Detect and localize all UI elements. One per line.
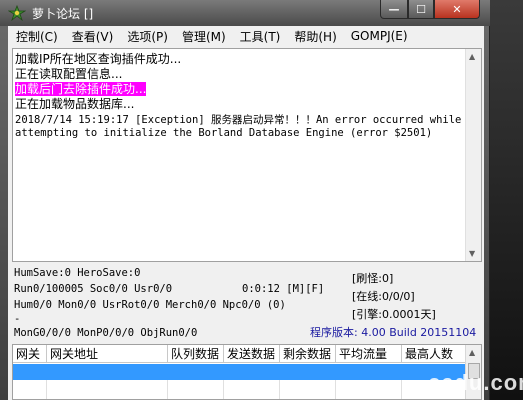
window-title: 萝卜论坛 [] — [32, 7, 94, 21]
menu-tools[interactable]: 工具(T) — [240, 28, 281, 45]
log-line-exception: 2018/7/14 15:19:17 [Exception] 服务器启动异常！！… — [15, 114, 462, 126]
desktop-background — [490, 0, 523, 400]
status-dash: - — [14, 313, 21, 325]
program-version: 程序版本: 4.00 Build 20151104 — [310, 326, 477, 339]
table-header: 网关 网关地址 队列数据 发送数据 剩余数据 平均流量 最高人数 — [13, 345, 467, 363]
table-cell — [13, 380, 47, 399]
menu-bar: 控制(C) 查看(V) 选项(P) 管理(M) 工具(T) 帮助(H) GOMP… — [8, 26, 484, 46]
table-cell — [280, 380, 336, 399]
table-cell — [168, 380, 224, 399]
table-row[interactable] — [13, 380, 467, 399]
maximize-button[interactable]: ☐ — [408, 0, 434, 19]
close-icon: ✕ — [452, 2, 462, 16]
status-timer: 0:0:12 [M][F] — [242, 283, 325, 295]
log-line: 正在读取配置信息... — [15, 67, 123, 81]
app-window: 萝卜论坛 [] — ☐ ✕ 控制(C) 查看(V) 选项(P) 管理(M) 工具… — [0, 0, 490, 400]
table-cell — [47, 380, 168, 399]
status-save: HumSave:0 HeroSave:0 — [14, 267, 141, 279]
col-remaining-data[interactable]: 剩余数据 — [280, 345, 336, 363]
table-cell — [336, 380, 402, 399]
client-area: 控制(C) 查看(V) 选项(P) 管理(M) 工具(T) 帮助(H) GOMP… — [8, 26, 484, 400]
log-scrollbar[interactable]: ▲ ▼ — [465, 49, 481, 261]
col-send-data[interactable]: 发送数据 — [224, 345, 280, 363]
col-max-users[interactable]: 最高人数 — [402, 345, 467, 363]
table-cell — [224, 380, 280, 399]
engine-uptime: [引擎:0.0001天] — [352, 308, 436, 321]
scroll-down-icon[interactable]: ▼ — [469, 249, 475, 258]
status-hum: Hum0/0 Mon0/0 UsrRot0/0 Merch0/0 Npc0/0 … — [14, 299, 286, 311]
log-line: 正在加载物品数据库... — [15, 97, 135, 111]
maximize-icon: ☐ — [416, 2, 426, 16]
log-highlight-text: 加载后门去除插件成功... — [15, 82, 147, 96]
menu-manage[interactable]: 管理(M) — [182, 28, 226, 45]
menu-help[interactable]: 帮助(H) — [294, 28, 336, 45]
menu-control[interactable]: 控制(C) — [16, 28, 58, 45]
col-gateway[interactable]: 网关 — [13, 345, 47, 363]
status-mon: MonG0/0/0 MonP0/0/0 ObjRun0/0 — [14, 327, 198, 339]
brush-count: [刷怪:0] — [352, 272, 394, 285]
col-gateway-address[interactable]: 网关地址 — [47, 345, 168, 363]
log-line-exception-cont: attempting to initialize the Borland Dat… — [15, 127, 433, 139]
online-count: [在线:0/0/0] — [352, 290, 415, 303]
watermark-text: cedu.com — [428, 370, 523, 395]
status-panel: HumSave:0 HeroSave:0 Run0/100005 Soc0/0 … — [12, 264, 482, 342]
log-line: 加载IP所在地区查询插件成功... — [15, 52, 182, 66]
app-icon — [8, 5, 26, 21]
scroll-up-icon[interactable]: ▲ — [469, 348, 475, 357]
gateway-table[interactable]: 网关 网关地址 队列数据 发送数据 剩余数据 平均流量 最高人数 ▲ — [12, 344, 482, 400]
status-run: Run0/100005 Soc0/0 Usr0/0 — [14, 283, 173, 295]
col-queue-data[interactable]: 队列数据 — [168, 345, 224, 363]
close-button[interactable]: ✕ — [434, 0, 480, 19]
log-line-highlighted: 加载后门去除插件成功... — [15, 82, 463, 97]
title-bar[interactable]: 萝卜论坛 [] — ☐ ✕ — [0, 0, 490, 26]
col-avg-traffic[interactable]: 平均流量 — [336, 345, 402, 363]
menu-view[interactable]: 查看(V) — [72, 28, 114, 45]
table-row-selected[interactable] — [13, 364, 467, 380]
log-content: 加载IP所在地区查询插件成功... 正在读取配置信息... 加载后门去除插件成功… — [15, 52, 463, 142]
scroll-up-icon[interactable]: ▲ — [469, 52, 475, 61]
menu-gompj[interactable]: GOMPJ(E) — [351, 29, 408, 43]
log-panel[interactable]: 加载IP所在地区查询插件成功... 正在读取配置信息... 加载后门去除插件成功… — [12, 48, 482, 262]
minimize-button[interactable]: — — [380, 0, 408, 19]
minimize-icon: — — [388, 2, 400, 16]
menu-options[interactable]: 选项(P) — [127, 28, 168, 45]
